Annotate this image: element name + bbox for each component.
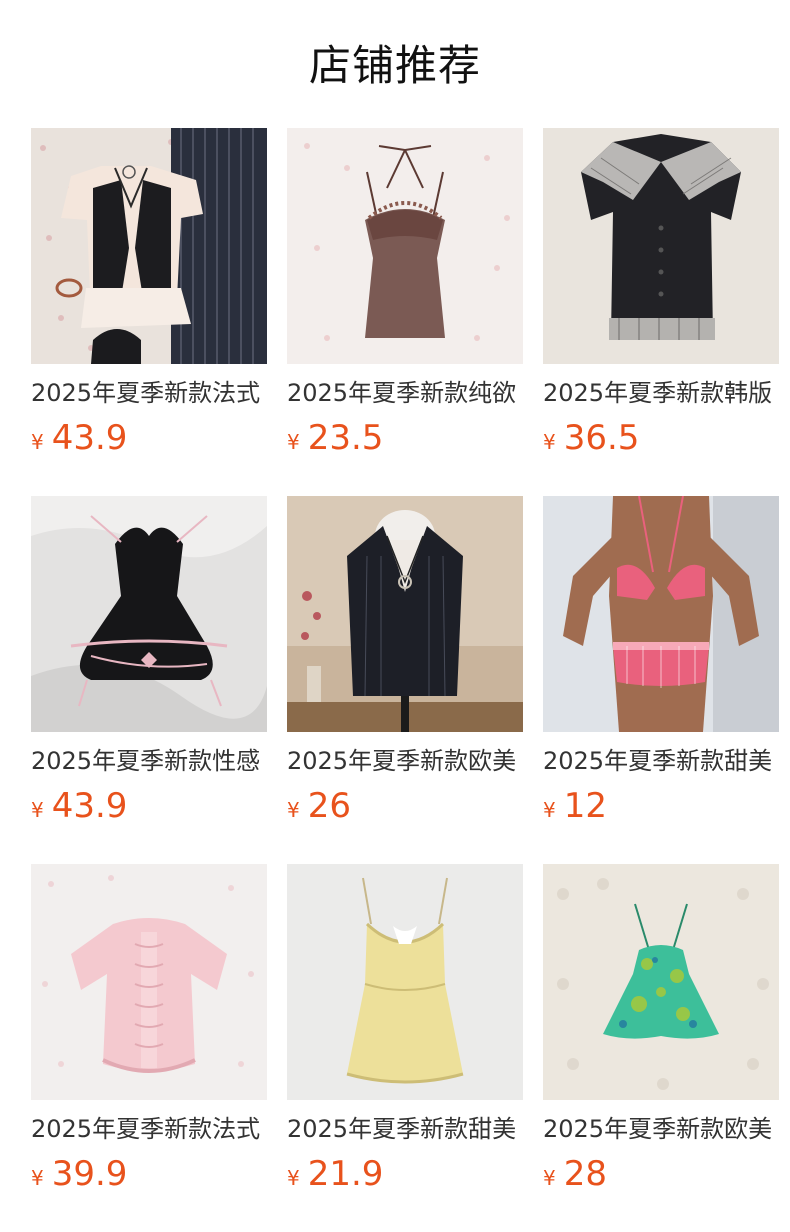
product-price: ¥36.5 xyxy=(543,418,779,464)
product-title[interactable]: 2025年夏季新款韩版 xyxy=(543,378,779,408)
product-title[interactable]: 2025年夏季新款欧美 xyxy=(543,1114,779,1144)
price-amount: 43.9 xyxy=(51,418,128,458)
price-amount: 21.9 xyxy=(307,1154,384,1194)
currency-symbol: ¥ xyxy=(287,1166,300,1190)
product-card[interactable]: 2025年夏季新款欧美 ¥26 xyxy=(287,496,523,864)
product-image[interactable] xyxy=(287,864,523,1100)
price-amount: 39.9 xyxy=(51,1154,128,1194)
product-image[interactable] xyxy=(31,128,267,364)
product-card[interactable]: 2025年夏季新款法式 ¥39.9 xyxy=(31,864,267,1232)
currency-symbol: ¥ xyxy=(543,798,556,822)
product-image[interactable] xyxy=(543,496,779,732)
product-price: ¥21.9 xyxy=(287,1154,523,1200)
product-image[interactable] xyxy=(287,128,523,364)
product-image[interactable] xyxy=(31,496,267,732)
product-price: ¥39.9 xyxy=(31,1154,267,1200)
product-price: ¥26 xyxy=(287,786,523,832)
product-title[interactable]: 2025年夏季新款法式 xyxy=(31,1114,267,1144)
currency-symbol: ¥ xyxy=(287,430,300,454)
product-title[interactable]: 2025年夏季新款甜美 xyxy=(287,1114,523,1144)
product-image[interactable] xyxy=(543,128,779,364)
currency-symbol: ¥ xyxy=(543,430,556,454)
product-title[interactable]: 2025年夏季新款甜美 xyxy=(543,746,779,776)
product-image[interactable] xyxy=(543,864,779,1100)
product-grid: 2025年夏季新款法式 ¥43.9 2025年夏季新款纯欲 ¥ 23.5 202… xyxy=(31,128,779,1232)
price-amount: 23.5 xyxy=(307,418,384,458)
currency-symbol: ¥ xyxy=(31,798,44,822)
product-title[interactable]: 2025年夏季新款欧美 xyxy=(287,746,523,776)
currency-symbol: ¥ xyxy=(543,1166,556,1190)
product-price: ¥12 xyxy=(543,786,779,832)
price-amount: 12 xyxy=(563,786,607,826)
product-card[interactable]: 2025年夏季新款法式 ¥43.9 xyxy=(31,128,267,496)
product-card[interactable]: 2025年夏季新款韩版 ¥36.5 xyxy=(543,128,779,496)
currency-symbol: ¥ xyxy=(31,430,44,454)
product-title[interactable]: 2025年夏季新款性感 xyxy=(31,746,267,776)
product-card[interactable]: 2025年夏季新款甜美 ¥21.9 xyxy=(287,864,523,1232)
product-price: ¥43.9 xyxy=(31,418,267,464)
product-image[interactable] xyxy=(287,496,523,732)
product-title[interactable]: 2025年夏季新款纯欲 xyxy=(287,378,523,408)
product-card[interactable]: 2025年夏季新款欧美 ¥28 xyxy=(543,864,779,1232)
product-card[interactable]: 2025年夏季新款性感 ¥43.9 xyxy=(31,496,267,864)
product-image[interactable] xyxy=(31,864,267,1100)
product-price: ¥23.5 xyxy=(287,418,523,464)
product-card[interactable]: 2025年夏季新款甜美 ¥12 xyxy=(543,496,779,864)
price-amount: 28 xyxy=(563,1154,607,1194)
product-title[interactable]: 2025年夏季新款法式 xyxy=(31,378,267,408)
currency-symbol: ¥ xyxy=(287,798,300,822)
price-amount: 36.5 xyxy=(563,418,640,458)
price-amount: 26 xyxy=(307,786,351,826)
price-amount: 43.9 xyxy=(51,786,128,826)
product-price: ¥28 xyxy=(543,1154,779,1200)
product-card[interactable]: 2025年夏季新款纯欲 ¥23.5 xyxy=(287,128,523,496)
page-title: 店铺推荐 xyxy=(308,41,481,90)
product-price: ¥43.9 xyxy=(31,786,267,832)
currency-symbol: ¥ xyxy=(31,1166,44,1190)
